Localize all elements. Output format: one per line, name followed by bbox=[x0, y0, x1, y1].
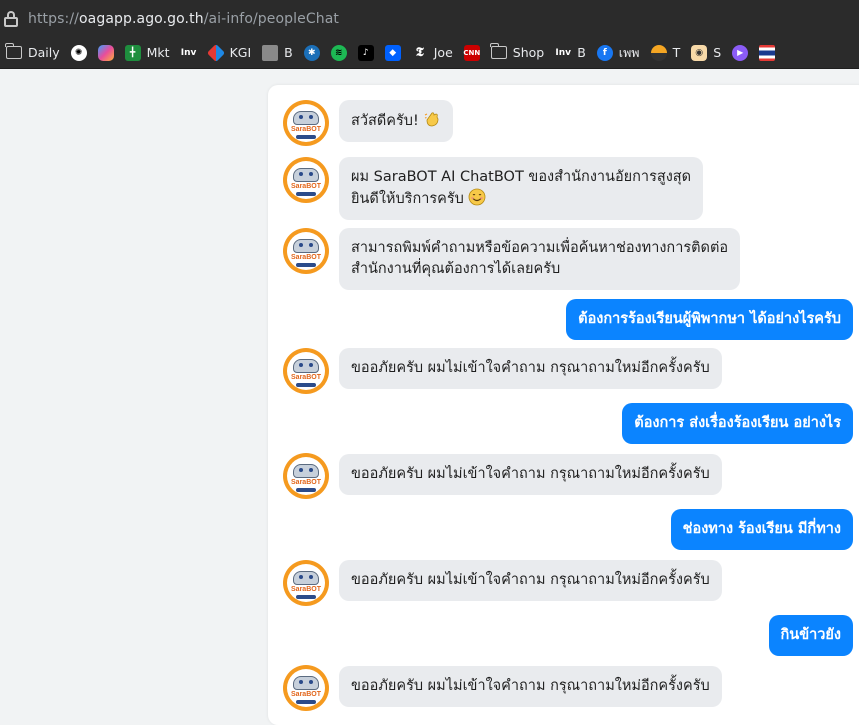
bookmark-b-icon bbox=[262, 44, 279, 61]
tiktok-icon: ♪ bbox=[357, 44, 374, 61]
bot-message: สามารถพิมพ์คำถามหรือข้อความเพื่อค้นหาช่อ… bbox=[339, 228, 741, 290]
bookmark-joe[interactable]: 𝕿 Joe bbox=[412, 41, 453, 65]
folder-icon bbox=[490, 43, 507, 59]
folder-icon bbox=[5, 43, 22, 59]
smile-emoji-icon bbox=[468, 188, 486, 206]
openai-icon: ✺ bbox=[70, 44, 87, 61]
bot-avatar: SaraBOT bbox=[283, 157, 329, 203]
bookmark-daily[interactable]: Daily bbox=[5, 41, 60, 65]
user-message: ต้องการ ส่งเรื่องร้องเรียน อย่างไร bbox=[622, 403, 853, 444]
bookmark-b[interactable]: B bbox=[262, 41, 293, 65]
dropbox-icon: ◆ bbox=[384, 44, 401, 61]
bookmark-kgi[interactable]: KGI bbox=[206, 41, 251, 65]
play-icon: ▶ bbox=[732, 44, 749, 61]
bookmark-tiktok[interactable]: ♪ bbox=[357, 41, 374, 65]
bookmark-s[interactable]: ◉ S bbox=[691, 41, 721, 65]
bot-avatar: SaraBOT bbox=[283, 453, 329, 499]
bookmark-openai[interactable]: ✺ bbox=[70, 41, 87, 65]
clap-emoji-icon bbox=[424, 112, 439, 127]
page-background: SaraBOT สวัสดีครับ! SaraBOT ผม SaraBOT A… bbox=[0, 70, 859, 725]
bookmark-play[interactable]: ▶ bbox=[732, 41, 749, 65]
bookmark-facebook[interactable]: f เพพ bbox=[596, 41, 640, 65]
copilot-icon bbox=[97, 44, 114, 61]
nyt-icon: 𝕿 bbox=[415, 45, 424, 60]
bot-avatar: SaraBOT bbox=[283, 560, 329, 606]
investing-icon: Inv bbox=[555, 47, 572, 58]
bookmark-copilot[interactable] bbox=[97, 41, 114, 65]
bookmark-t[interactable]: T bbox=[650, 41, 680, 65]
bot-message: ขออภัยครับ ผมไม่เข้าใจคำถาม กรุณาถามใหม่… bbox=[339, 666, 722, 707]
url-text[interactable]: https://oagapp.ago.go.th/ai-info/peopleC… bbox=[28, 11, 339, 27]
lock-icon[interactable] bbox=[4, 10, 18, 27]
bookmark-mkt[interactable]: ╋ Mkt bbox=[124, 41, 170, 65]
spotify-icon: ≋ bbox=[330, 44, 347, 61]
bot-message: ขออภัยครับ ผมไม่เข้าใจคำถาม กรุณาถามใหม่… bbox=[339, 348, 722, 389]
address-bar[interactable]: https://oagapp.ago.go.th/ai-info/peopleC… bbox=[0, 0, 859, 37]
starbucks-icon: ✱ bbox=[303, 44, 320, 61]
bookmark-investing[interactable]: Inv bbox=[181, 41, 197, 65]
thai-flag-icon bbox=[759, 44, 776, 61]
user-message: ต้องการร้องเรียนผู้พิพากษา ได้อย่างไรครั… bbox=[566, 299, 853, 340]
bookmark-thai[interactable] bbox=[759, 41, 776, 65]
s-icon: ◉ bbox=[691, 44, 708, 61]
chat-panel: SaraBOT สวัสดีครับ! SaraBOT ผม SaraBOT A… bbox=[268, 85, 859, 725]
investing-icon: Inv bbox=[180, 47, 197, 58]
bot-message: สวัสดีครับ! bbox=[339, 100, 453, 142]
bot-message: ขออภัยครับ ผมไม่เข้าใจคำถาม กรุณาถามใหม่… bbox=[339, 454, 722, 495]
bot-avatar: SaraBOT bbox=[283, 100, 329, 146]
kgi-icon bbox=[206, 43, 225, 62]
moon-icon bbox=[650, 44, 667, 61]
bot-avatar: SaraBOT bbox=[283, 348, 329, 394]
bot-message: ผม SaraBOT AI ChatBOT ของสำนักงานอัยการส… bbox=[339, 157, 704, 220]
bookmark-cnn[interactable]: CNN bbox=[463, 41, 480, 65]
bookmarks-bar: Daily ✺ ╋ Mkt Inv KGI B ✱ ≋ ♪ ◆ 𝕿 Joe CN… bbox=[0, 37, 859, 69]
bookmark-starbucks[interactable]: ✱ bbox=[303, 41, 320, 65]
user-message: กินข้าวยัง bbox=[768, 615, 853, 656]
facebook-icon: f bbox=[596, 44, 613, 61]
user-message: ช่องทาง ร้องเรียน มีกี่ทาง bbox=[670, 509, 853, 550]
bookmark-investing-b[interactable]: Inv B bbox=[555, 41, 585, 65]
bot-avatar: SaraBOT bbox=[283, 665, 329, 711]
bot-avatar: SaraBOT bbox=[283, 228, 329, 274]
cnn-icon: CNN bbox=[463, 44, 480, 61]
bookmark-spotify[interactable]: ≋ bbox=[330, 41, 347, 65]
bookmark-dropbox[interactable]: ◆ bbox=[384, 41, 401, 65]
sheets-icon: ╋ bbox=[124, 44, 141, 61]
bookmark-shop[interactable]: Shop bbox=[490, 41, 544, 65]
bot-message: ขออภัยครับ ผมไม่เข้าใจคำถาม กรุณาถามใหม่… bbox=[339, 560, 722, 601]
